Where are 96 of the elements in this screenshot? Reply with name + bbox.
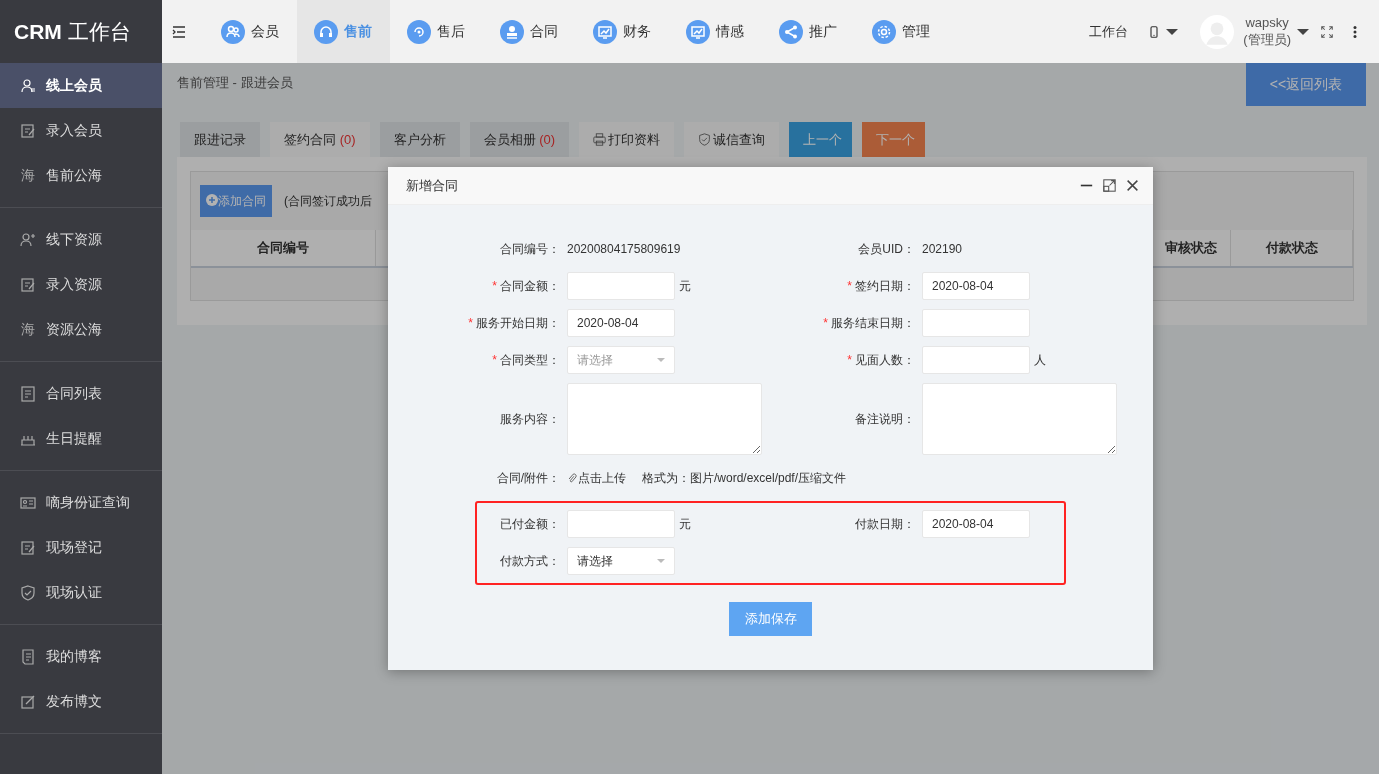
shield-icon <box>698 132 712 146</box>
field-label: * 合同类型： <box>491 352 560 369</box>
maximize-icon[interactable] <box>1103 179 1116 192</box>
upload-link[interactable]: 点击上传 <box>567 469 626 487</box>
phone-icon[interactable] <box>1148 23 1161 40</box>
field-label: * 服务结束日期： <box>822 315 915 332</box>
user-name[interactable]: wapsky <box>1243 14 1291 32</box>
sidebar-item[interactable]: 我的博客 <box>0 634 162 679</box>
field-label: 付款日期： <box>854 516 915 533</box>
field-label: * 合同金额： <box>491 278 560 295</box>
tab[interactable]: 打印资料 <box>579 122 675 157</box>
sidebar-item[interactable]: 录入会员 <box>0 108 162 153</box>
paperclip-icon <box>567 472 578 485</box>
tab[interactable]: 客户分析 <box>379 122 460 157</box>
sidebar-item[interactable]: 现场认证 <box>0 570 162 615</box>
nav-tab[interactable]: 推广 <box>762 0 855 63</box>
stamp-icon <box>500 19 524 44</box>
sidebar-item[interactable]: 生日提醒 <box>0 416 162 461</box>
breadcrumb-text: 售前管理 - 跟进会员 <box>176 74 294 92</box>
chart-icon <box>686 19 710 44</box>
tab[interactable]: 签约合同 (0) <box>270 122 370 157</box>
user-icon <box>20 231 36 248</box>
tab[interactable]: 跟进记录 <box>180 122 260 157</box>
sidebar-item[interactable]: 现场登记 <box>0 525 162 570</box>
input-field[interactable]: 2020-08-04 <box>922 272 1030 300</box>
sidebar-item[interactable]: 嘀身份证查询 <box>0 480 162 525</box>
unit-text: 人 <box>1034 352 1046 369</box>
sidebar-item[interactable]: 合同列表 <box>0 371 162 416</box>
edit-icon <box>20 122 36 139</box>
logo-text: CRM 工作台 <box>13 18 132 45</box>
printer-icon <box>593 132 607 146</box>
input-field[interactable] <box>567 272 675 300</box>
sidebar-item[interactable]: 发布博文 <box>0 679 162 724</box>
close-icon[interactable] <box>1126 179 1139 192</box>
field-value: 20200804175809619 <box>567 241 681 258</box>
menu-icon[interactable] <box>171 23 187 40</box>
field-label: 服务内容： <box>499 411 560 428</box>
dialog-title: 新增合同 <box>406 176 458 195</box>
sidebar-item[interactable]: 录入资源 <box>0 262 162 307</box>
shield-icon <box>20 584 36 601</box>
nav-tab[interactable]: 情感 <box>669 0 762 63</box>
field-label: 会员UID： <box>857 241 915 258</box>
table-header-cell: 付款状态 <box>1231 230 1353 266</box>
id-card-icon <box>20 494 36 511</box>
caret-icon <box>657 559 665 563</box>
input-field[interactable]: 2020-08-04 <box>567 309 675 337</box>
nav-tab[interactable]: 售后 <box>390 0 483 63</box>
field-label: * 服务开始日期： <box>467 315 560 332</box>
format-hint: 格式为：图片/word/excel/pdf/压缩文件 <box>642 470 847 487</box>
input-field[interactable] <box>922 346 1030 374</box>
field-label: 付款方式： <box>499 553 560 570</box>
edit-icon <box>20 276 36 293</box>
pen-icon <box>20 693 36 710</box>
note-text: (合同签订成功后 <box>284 193 372 210</box>
field-value: 202190 <box>922 241 963 258</box>
sidebar-item[interactable]: 线上会员 <box>0 63 162 108</box>
field-label: 合同/附件： <box>495 470 560 487</box>
unit-text: 元 <box>679 278 691 295</box>
nav-tab[interactable]: 合同 <box>483 0 576 63</box>
fullscreen-icon[interactable] <box>1321 25 1333 38</box>
nav-tab[interactable]: 财务 <box>576 0 669 63</box>
unit-text: 元 <box>679 516 691 533</box>
field-label: * 见面人数： <box>846 352 915 369</box>
table-header-cell: 合同编号 <box>191 230 376 266</box>
settings-icon <box>872 19 896 44</box>
caret-icon <box>657 358 665 362</box>
more-icon[interactable] <box>1353 25 1357 38</box>
field-label: 已付金额： <box>499 516 560 533</box>
people-icon <box>221 19 245 44</box>
note-icon <box>20 648 36 665</box>
sidebar-item[interactable]: 海 售前公海 <box>0 153 162 198</box>
select-field[interactable]: 请选择 <box>567 547 675 575</box>
nav-tab[interactable]: 会员 <box>204 0 297 63</box>
sea-char-icon: 海 <box>20 167 36 184</box>
chart-icon <box>593 19 617 44</box>
sidebar-item[interactable]: 线下资源 <box>0 217 162 262</box>
input-field[interactable] <box>922 309 1030 337</box>
caret-icon <box>1166 28 1179 35</box>
input-field[interactable]: 2020-08-04 <box>922 510 1030 538</box>
share-icon <box>779 19 803 44</box>
field-label: * 签约日期： <box>846 278 915 295</box>
tab[interactable]: 会员相册 (0) <box>469 122 570 157</box>
edit-icon <box>20 539 36 556</box>
workbench-link[interactable]: 工作台 <box>1089 21 1129 42</box>
user-role: (管理员) <box>1243 31 1291 49</box>
user-icon <box>20 77 36 94</box>
plus-circle-icon <box>206 194 218 206</box>
field-label: 合同编号： <box>499 241 560 258</box>
tab[interactable]: 诚信查询 <box>684 122 780 157</box>
input-field[interactable] <box>567 510 675 538</box>
document-icon <box>20 385 36 402</box>
field-label: 备注说明： <box>854 411 915 428</box>
caret-icon <box>1297 28 1309 35</box>
sidebar-item[interactable]: 海 资源公海 <box>0 307 162 352</box>
nav-tab[interactable]: 管理 <box>855 0 948 63</box>
sea-char-icon: 海 <box>20 321 36 338</box>
